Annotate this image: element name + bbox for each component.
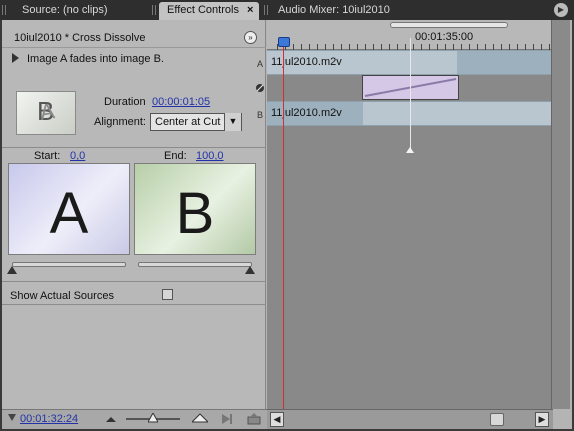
effect-controls-footer: 00:01:32:24 <box>2 409 267 429</box>
timeline-zoom-bar[interactable] <box>390 22 508 28</box>
end-value[interactable]: 100,0 <box>196 150 224 162</box>
tab-grip[interactable] <box>152 5 158 15</box>
current-time[interactable]: 00:01:32:24 <box>20 413 78 425</box>
cut-marker <box>406 147 414 153</box>
start-slider-track[interactable] <box>12 262 126 267</box>
duration-value[interactable]: 00:00:01:05 <box>152 96 210 108</box>
ruler-timecode: 00:01:35:00 <box>415 31 474 43</box>
panel-menu-icon[interactable]: ▶ <box>554 3 568 17</box>
effect-description: Image A fades into image B. <box>12 53 164 65</box>
effect-controls-panel: 10iul2010 * Cross Dissolve » Image A fad… <box>2 20 572 429</box>
timeline-horizontal-scrollbar[interactable]: ◀ ▶ <box>267 409 553 429</box>
track-a-clip-name: 11jul2010.m2v <box>271 56 342 68</box>
show-hide-timeline-icon[interactable]: » <box>244 31 257 44</box>
track-b-clip-name: 11jul2010.m2v <box>271 107 342 119</box>
zoom-out-icon[interactable] <box>106 414 116 424</box>
effect-properties: 10iul2010 * Cross Dissolve » Image A fad… <box>2 20 266 409</box>
start-slider-handle[interactable] <box>7 266 17 274</box>
preview-b: B <box>134 163 256 255</box>
tab-audio-mixer-label: Audio Mixer: 10iul2010 <box>278 4 390 16</box>
show-actual-sources-checkbox[interactable] <box>162 289 173 300</box>
track-a-extension <box>457 51 553 74</box>
end-slider-track[interactable] <box>138 262 252 267</box>
close-icon[interactable]: × <box>247 4 253 16</box>
zoom-slider-handle[interactable] <box>148 413 158 423</box>
zoom-in-icon[interactable] <box>192 412 208 424</box>
scroll-thumb[interactable] <box>490 413 504 426</box>
tab-source-label: Source: (no clips) <box>22 4 108 16</box>
start-label: Start: <box>34 150 61 162</box>
play-preview-icon[interactable] <box>12 53 19 63</box>
preview-a-letter: A <box>49 181 89 246</box>
effect-description-text: Image A fades into image B. <box>27 53 164 65</box>
track-a-label: A <box>257 59 264 69</box>
tab-audio-mixer[interactable]: Audio Mixer: 10iul2010 <box>270 2 396 20</box>
vertical-scrollbar[interactable] <box>551 20 570 409</box>
duration-label: Duration <box>104 96 146 108</box>
alignment-select[interactable]: Center at Cut ▼ <box>150 113 242 131</box>
scroll-left-icon[interactable]: ◀ <box>270 412 284 427</box>
end-label: End: <box>164 150 187 162</box>
start-value[interactable]: 0,0 <box>70 150 85 162</box>
tab-effect-controls-label: Effect Controls <box>167 4 239 16</box>
tab-effect-controls[interactable]: Effect Controls × <box>159 2 259 20</box>
cut-line <box>410 38 411 150</box>
alignment-label: Alignment: <box>94 116 146 128</box>
mini-timeline: 00:01:35:00 11jul2010.m2v 11jul2010.m2v <box>267 20 553 409</box>
export-icon[interactable] <box>247 413 261 425</box>
playhead-line[interactable] <box>283 38 284 409</box>
end-slider-handle[interactable] <box>245 266 255 274</box>
playhead-handle[interactable] <box>278 37 290 47</box>
chevron-down-icon[interactable]: ▼ <box>224 113 241 131</box>
filter-icon[interactable] <box>8 414 16 421</box>
tab-source[interactable]: Source: (no clips) <box>14 2 114 20</box>
divider <box>2 304 266 305</box>
preview-a: A <box>8 163 130 255</box>
transition-thumbnail[interactable]: B A <box>16 91 76 135</box>
reverse-icon[interactable] <box>255 83 265 93</box>
alignment-value: Center at Cut <box>155 116 221 128</box>
effect-title: 10iul2010 * Cross Dissolve <box>2 28 266 48</box>
divider <box>2 147 266 148</box>
divider <box>2 281 266 282</box>
show-actual-sources-label: Show Actual Sources <box>10 290 114 302</box>
scroll-right-icon[interactable]: ▶ <box>535 412 549 427</box>
tab-grip[interactable] <box>2 5 8 15</box>
panel-tab-bar: Source: (no clips) Effect Controls × Audi… <box>0 0 574 20</box>
track-b-label: B <box>257 110 264 120</box>
preview-b-letter: B <box>175 181 215 246</box>
thumbnail-letter-a: A <box>38 98 57 125</box>
step-forward-icon[interactable] <box>220 413 234 425</box>
